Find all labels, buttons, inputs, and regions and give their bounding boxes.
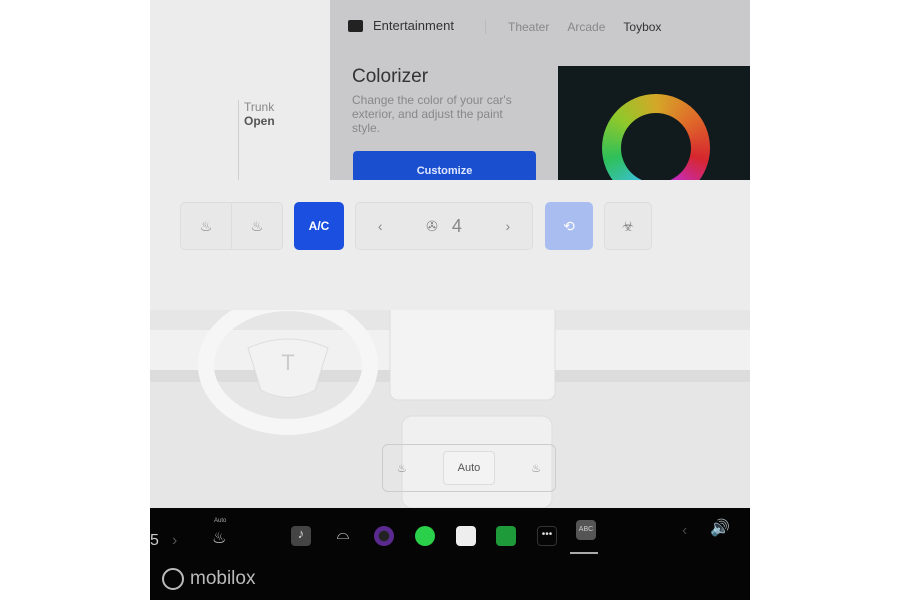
trunk-label: Trunk — [244, 100, 275, 114]
watermark-text: mobilox — [190, 568, 256, 589]
seat-heat-mode-label: Auto — [214, 518, 227, 524]
camera-app-icon[interactable] — [374, 526, 394, 546]
trunk-state: Open — [244, 114, 275, 128]
customize-button[interactable]: Customize — [353, 151, 536, 183]
colorizer-preview — [558, 66, 750, 202]
climate-panel: ♨ ♨ A/C ‹ ✇ 4 › ⟲ ☣ T ♨ Auto ♨ — [150, 180, 750, 508]
film-icon — [348, 19, 363, 32]
entertainment-tabs: Theater Arcade Toybox — [485, 20, 661, 34]
trunk-status[interactable]: Trunk Open — [238, 100, 275, 180]
fan-decrease-button[interactable]: ‹ — [378, 218, 383, 234]
tesla-screen: Trunk Open Entertainment Theater Arcade … — [150, 0, 750, 600]
front-defrost-icon: ♨ — [199, 217, 213, 234]
volume-icon[interactable]: 🔊 — [710, 518, 730, 538]
dock-bar: 5 › Auto ♨ ♪ ⌓ ••• ABC ‹ 🔊 mobilox — [150, 508, 750, 600]
fan-increase-button[interactable]: › — [505, 218, 510, 234]
wiper-app-icon[interactable]: ⌓ — [333, 526, 353, 546]
fan-speed-value: 4 — [451, 215, 462, 236]
temperature-value[interactable]: 5 — [150, 532, 159, 550]
fan-speed-control: ‹ ✇ 4 › — [355, 202, 533, 250]
bioweapon-mode-button[interactable]: ☣ — [604, 202, 652, 250]
tab-theater[interactable]: Theater — [508, 20, 549, 34]
seat-vent-icon[interactable]: ♨ — [531, 462, 541, 475]
mobilox-watermark: mobilox — [162, 568, 255, 590]
photo-border-right — [750, 0, 900, 600]
entertainment-header: Entertainment — [348, 18, 454, 33]
svg-text:T: T — [281, 350, 294, 375]
seat-climate-control: ♨ Auto ♨ — [382, 444, 556, 492]
calendar-app-icon[interactable] — [456, 526, 476, 546]
car-status-panel: Trunk Open — [150, 0, 332, 180]
recirculate-icon: ⟲ — [563, 217, 575, 234]
rear-defrost-button[interactable]: ♨ — [231, 202, 283, 250]
seat-heater-icon[interactable]: ♨ — [212, 528, 226, 548]
mobilox-logo-icon — [162, 568, 184, 590]
active-app-indicator — [570, 552, 598, 554]
ac-button[interactable]: A/C — [294, 202, 344, 250]
card-title: Colorizer — [352, 66, 429, 87]
fan-icon: ✇ — [426, 217, 438, 234]
volume-decrease-chevron[interactable]: ‹ — [682, 522, 687, 540]
card-description: Change the color of your car's exterior,… — [352, 93, 512, 135]
entertainment-panel: Entertainment Theater Arcade Toybox Colo… — [330, 0, 750, 202]
entertainment-title: Entertainment — [373, 18, 454, 33]
temp-increase-chevron[interactable]: › — [172, 532, 177, 550]
music-app-icon[interactable]: ♪ — [291, 526, 311, 546]
rear-defrost-icon: ♨ — [250, 217, 264, 234]
front-defrost-button[interactable]: ♨ — [180, 202, 232, 250]
tab-toybox[interactable]: Toybox — [623, 20, 661, 34]
photo-border-left — [0, 0, 150, 600]
center-display — [389, 310, 556, 401]
tab-arcade[interactable]: Arcade — [567, 20, 605, 34]
stocks-app-icon[interactable] — [496, 526, 516, 546]
more-apps-icon[interactable]: ••• — [537, 526, 557, 546]
spotify-app-icon[interactable] — [415, 526, 435, 546]
seat-heat-icon[interactable]: ♨ — [397, 462, 407, 475]
biohazard-icon: ☣ — [621, 217, 635, 234]
recirculate-button[interactable]: ⟲ — [545, 202, 593, 250]
climate-auto-button[interactable]: Auto — [442, 451, 496, 485]
toybox-app-icon[interactable]: ABC — [576, 520, 596, 540]
